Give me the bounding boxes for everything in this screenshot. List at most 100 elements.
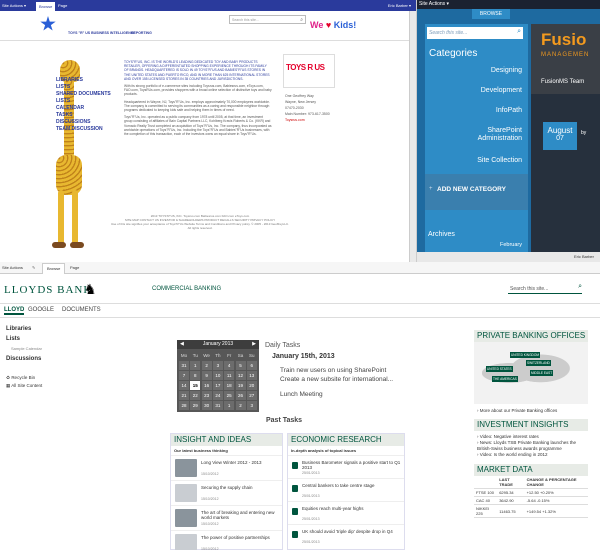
nav-lloyd[interactable]: LLOYD [4, 307, 25, 315]
insight-item[interactable]: The power of positive partnerships 15/10/… [171, 530, 282, 550]
recycle-bin-link[interactable]: ♻ Recycle Bin [6, 374, 56, 382]
calendar-day[interactable]: 31 [179, 361, 189, 370]
economic-item[interactable]: UK should avoid 'triple dip' despite dro… [288, 524, 404, 547]
calendar-day[interactable]: 28 [179, 401, 189, 410]
edit-icon[interactable]: ✎ [32, 265, 35, 270]
fusion-site-actions-menu[interactable]: Site Actions ▾ [419, 1, 449, 7]
toys-site-actions-menu[interactable]: Site Actions ▾ [2, 3, 26, 8]
category-development[interactable]: Development [481, 87, 522, 95]
calendar-day[interactable]: 2 [201, 361, 212, 370]
toys-nav-tasks[interactable]: TASKS [56, 112, 111, 119]
calendar-day[interactable]: 21 [179, 391, 189, 400]
lloyds-search-input[interactable]: Search this site... [510, 286, 548, 292]
nav-google[interactable]: GOOGLE [28, 307, 54, 313]
toys-nav-calendar[interactable]: CALENDAR [56, 105, 111, 112]
calendar-day[interactable]: 24 [212, 391, 223, 400]
toys-reporting-link[interactable]: REPORTING [131, 31, 152, 35]
calendar-day[interactable]: 30 [201, 401, 212, 410]
calendar-day[interactable]: 18 [224, 381, 235, 390]
lloyds-tab-browse[interactable]: Browse [42, 263, 66, 274]
calendar-prev-icon[interactable]: ◀ [180, 340, 184, 349]
toys-nav-lists-2[interactable]: LISTS [56, 98, 111, 105]
ql-lists[interactable]: Lists [6, 334, 56, 344]
calendar-day[interactable]: 11 [224, 371, 235, 380]
nav-documents[interactable]: DOCUMENTS [62, 307, 101, 313]
event-item[interactable]: Lunch Meeting [280, 390, 393, 399]
calendar-day[interactable]: 14 [179, 381, 189, 390]
calendar-day[interactable]: 31 [212, 401, 223, 410]
commercial-banking-link[interactable]: COMMERCIAL BANKING [152, 286, 221, 292]
region-us[interactable]: UNITED STATES [486, 366, 513, 372]
toys-tab-page[interactable]: Page [58, 3, 67, 8]
archive-february-link[interactable]: February [500, 242, 522, 248]
toys-tab-browse[interactable]: Browse [36, 2, 56, 11]
calendar-day[interactable]: 12 [235, 371, 246, 380]
calendar-day[interactable]: 26 [235, 391, 246, 400]
category-site-collection[interactable]: Site Collection [477, 157, 522, 165]
toys-search-box[interactable]: Search this site... ⌕ [229, 15, 306, 24]
fusion-user-name[interactable]: Eric Barber [574, 254, 594, 259]
calendar-day[interactable]: 8 [190, 371, 201, 380]
region-switzerland[interactable]: SWITZERLAND [526, 360, 551, 366]
insight-link[interactable]: › Video: Is the world ending in 2012 [477, 452, 585, 458]
toys-vertical-scrollbar[interactable] [409, 11, 416, 262]
calendar-day[interactable]: 1 [190, 361, 201, 370]
add-new-category-button[interactable]: ADD NEW CATEGORY [437, 186, 506, 193]
insight-link[interactable]: › News: Lloyds TSB Private Banking launc… [477, 440, 585, 452]
insight-item[interactable]: The art of breaking and entering new wor… [171, 505, 282, 530]
toys-nav-team-discussion[interactable]: TEAM DISCUSSION [56, 126, 111, 133]
calendar-day[interactable]: 4 [224, 361, 235, 370]
toys-nav-libraries[interactable]: LIBRARIES [56, 77, 111, 84]
event-item[interactable]: Train new users on using SharePoint [280, 366, 393, 375]
insight-item[interactable]: Long View Winter 2012 - 2013 15/10/2012 [171, 455, 282, 480]
economic-item[interactable]: Central bankers to take centre stage 25/0… [288, 478, 404, 501]
calendar-day[interactable]: 17 [212, 381, 223, 390]
toys-nav-discussions[interactable]: DISCUSSIONS [56, 119, 111, 126]
ql-libraries[interactable]: Libraries [6, 324, 56, 334]
calendar-day[interactable]: 9 [201, 371, 212, 380]
fusion-tab-browse[interactable]: BROWSE [472, 9, 510, 19]
category-sharepoint-administration[interactable]: SharePoint Administration [452, 127, 522, 143]
calendar-day[interactable]: 20 [246, 381, 257, 390]
insight-item[interactable]: Securing the supply chain 15/10/2012 [171, 480, 282, 505]
all-site-content-link[interactable]: ▦ All Site Content [6, 382, 56, 390]
calendar-next-icon[interactable]: ▶ [252, 340, 256, 349]
calendar-day[interactable]: 5 [235, 361, 246, 370]
calendar-day[interactable]: 19 [235, 381, 246, 390]
calendar-day[interactable]: 27 [246, 391, 257, 400]
calendar-day[interactable]: 13 [246, 371, 257, 380]
calendar-day[interactable]: 3 [246, 401, 257, 410]
lloyds-site-actions-menu[interactable]: Site Actions [2, 265, 23, 270]
toys-nav-lists[interactable]: LISTS [56, 84, 111, 91]
fusion-search-box[interactable]: Search this site... ⌕ [427, 27, 523, 39]
toys-nav-shared-documents[interactable]: SHARED DOCUMENTS [56, 91, 111, 98]
ql-sample-calendar[interactable]: Sample Calendar [6, 344, 56, 354]
calendar-day[interactable]: 16 [201, 381, 212, 390]
search-icon[interactable]: ⌕ [517, 28, 521, 36]
toys-user-menu[interactable]: Eric Barber ▾ [388, 3, 411, 8]
plus-icon[interactable]: + [429, 186, 433, 192]
fusion-search-input[interactable]: Search this site... [429, 30, 467, 36]
calendar-day[interactable]: 2 [235, 401, 246, 410]
lloyds-tab-page[interactable]: Page [70, 265, 79, 270]
calendar-day[interactable]: 7 [179, 371, 189, 380]
calendar-day[interactable]: 6 [246, 361, 257, 370]
calendar-day-selected[interactable]: 15 [190, 381, 201, 390]
search-icon[interactable]: ⌕ [300, 17, 303, 23]
region-middle-east[interactable]: MIDDLE EAST [530, 370, 554, 376]
lloyds-search-box[interactable]: Search this site... ⌕ [508, 283, 582, 294]
calendar-day[interactable]: 3 [212, 361, 223, 370]
calendar-day[interactable]: 23 [201, 391, 212, 400]
economic-item[interactable]: Business Barometer signals a positive st… [288, 455, 404, 478]
calendar-day[interactable]: 1 [224, 401, 235, 410]
event-item[interactable]: Create a new subsite for international..… [280, 375, 393, 384]
calendar-day[interactable]: 29 [190, 401, 201, 410]
calendar-day[interactable]: 10 [212, 371, 223, 380]
toys-search-input[interactable]: Search this site... [232, 18, 259, 22]
search-icon[interactable]: ⌕ [578, 283, 582, 291]
category-designing[interactable]: Designing [491, 67, 522, 75]
category-infopath[interactable]: InfoPath [496, 107, 522, 115]
contact-website-link[interactable]: Toysrus.com [285, 117, 345, 123]
region-americas[interactable]: THE AMERICAS [492, 376, 518, 382]
economic-item[interactable]: Equities reach multi-year highs 25/01/201… [288, 501, 404, 524]
